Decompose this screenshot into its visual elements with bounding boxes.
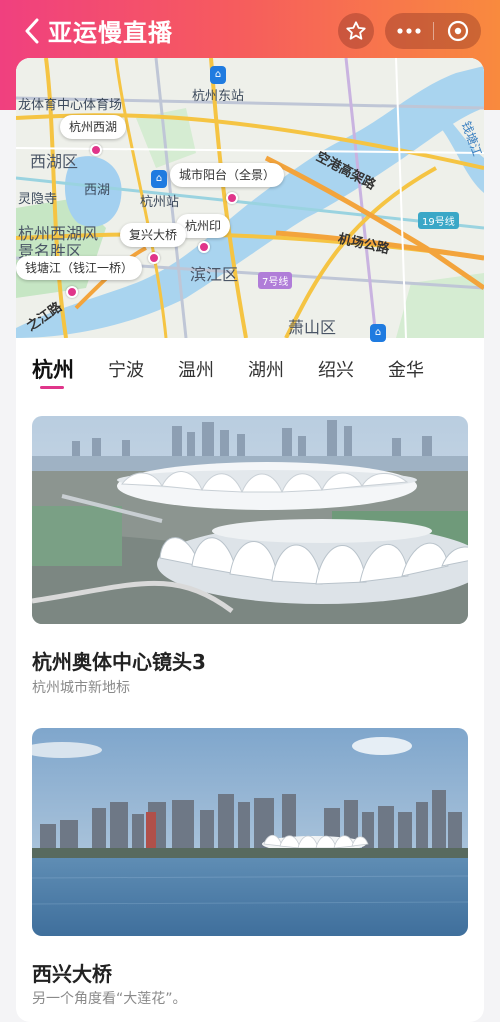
city-map[interactable]: 西湖区 滨江区 萧山区 西湖 空港高架路 机场公路 之江路 19号线 7号线 钱… bbox=[16, 58, 484, 342]
close-button[interactable] bbox=[434, 13, 481, 49]
district-label-xiaoshan: 萧山区 bbox=[288, 318, 337, 337]
page-title: 亚运慢直播 bbox=[48, 19, 173, 47]
map-pin-label[interactable]: 钱塘江（钱江一桥） bbox=[16, 256, 143, 280]
item-subtitle: 另一个角度看“大莲花”。 bbox=[32, 991, 187, 1007]
tab-jinhua[interactable]: 金华 bbox=[388, 356, 424, 382]
metro-line-tag-19: 19号线 bbox=[418, 212, 459, 229]
map-label-lingyin: 灵隐寺 bbox=[18, 192, 58, 207]
map-pin-label[interactable]: 复兴大桥 bbox=[120, 223, 187, 247]
tab-shaoxing[interactable]: 绍兴 bbox=[318, 356, 354, 382]
lake-label: 西湖 bbox=[84, 183, 111, 198]
stadium-image bbox=[32, 416, 468, 624]
tab-hangzhou[interactable]: 杭州 bbox=[32, 354, 74, 384]
map-pin-marker[interactable] bbox=[198, 241, 210, 253]
active-tab-indicator bbox=[40, 386, 64, 389]
map-pin-label[interactable]: 杭州西湖 bbox=[60, 115, 127, 139]
metro-line-tag-7: 7号线 bbox=[258, 272, 293, 289]
star-icon bbox=[346, 21, 366, 40]
map-pin-marker[interactable] bbox=[226, 192, 238, 204]
map-pin-marker[interactable] bbox=[148, 252, 160, 264]
skyline-image bbox=[32, 728, 468, 936]
close-circle-icon bbox=[447, 20, 468, 42]
train-station-icon: ⌂ bbox=[210, 66, 226, 84]
district-label-binjiang: 滨江区 bbox=[190, 265, 239, 284]
item-title[interactable]: 杭州奥体中心镜头3 bbox=[32, 646, 206, 675]
map-label-stadium: 龙体育中心体育场 bbox=[18, 98, 123, 113]
map-pin-label[interactable]: 城市阳台（全景） bbox=[170, 163, 285, 187]
item-subtitle: 杭州城市新地标 bbox=[32, 680, 130, 696]
map-pin-marker[interactable] bbox=[90, 144, 102, 156]
skyline-across-river-photo[interactable] bbox=[32, 728, 468, 936]
chevron-left-icon bbox=[25, 18, 39, 44]
tab-huzhou[interactable]: 湖州 bbox=[248, 356, 284, 382]
back-button[interactable] bbox=[18, 14, 46, 48]
map-pin-marker[interactable] bbox=[66, 286, 78, 298]
favorite-button[interactable] bbox=[338, 13, 374, 49]
city-tabs: 杭州 宁波 温州 湖州 绍兴 金华 bbox=[16, 348, 484, 389]
tab-wenzhou[interactable]: 温州 bbox=[178, 356, 214, 382]
train-station-icon: ⌂ bbox=[370, 324, 386, 342]
stadium-aerial-photo[interactable] bbox=[32, 416, 468, 624]
more-dots-icon bbox=[397, 28, 421, 34]
nav-bar: 亚运慢直播 bbox=[0, 0, 500, 62]
tab-ningbo[interactable]: 宁波 bbox=[108, 356, 144, 382]
district-label-xihu: 西湖区 bbox=[30, 152, 79, 171]
more-button[interactable] bbox=[385, 13, 433, 49]
station-label-hangzhou: 杭州站 bbox=[140, 195, 180, 210]
content-card: 西湖区 滨江区 萧山区 西湖 空港高架路 机场公路 之江路 19号线 7号线 钱… bbox=[16, 58, 484, 1022]
station-label-hangzhoudong: 杭州东站 bbox=[192, 89, 245, 104]
mini-program-capsule bbox=[385, 13, 481, 49]
item-title[interactable]: 西兴大桥 bbox=[32, 958, 112, 987]
train-station-icon: ⌂ bbox=[151, 170, 167, 188]
